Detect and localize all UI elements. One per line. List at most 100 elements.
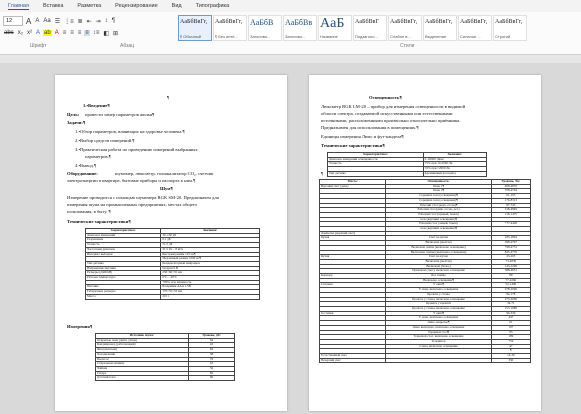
grow-font-button[interactable]: A (25, 17, 32, 26)
subscript-icon[interactable]: x₂ (17, 30, 24, 36)
light-measure-table: Место: Освещенность: Уровень, Лк: Верхний с… (318, 179, 532, 364)
table-cell (385, 357, 492, 364)
heading-intro: 1.•Введение¶ (83, 103, 110, 108)
change-case-button[interactable]: Aa (42, 18, 51, 24)
decrease-indent-icon[interactable]: ⇤ (86, 18, 93, 25)
ribbon-tab[interactable]: Рецензирование (115, 3, 157, 9)
style-name: Заголово... (285, 34, 306, 39)
text-effects-icon[interactable]: A (35, 30, 41, 36)
pilcrow-icon[interactable]: ¶ (111, 18, 116, 24)
document-page-2[interactable]: Освещенность¶ Люксметр RGK LM-20 – прибо… (309, 75, 541, 411)
style-sample: AaБбВвГг, (460, 19, 488, 25)
style-name: ¶ Обычный (180, 34, 201, 39)
style-tile[interactable]: AaБ Название (318, 15, 352, 41)
ribbon-tabs: Главная Вставка Разметка Рецензирование Вид Т… (0, 0, 581, 12)
ribbon-tab[interactable]: Вид (172, 3, 182, 9)
task-3: 3.•Практическая работа по проведению изм… (75, 147, 198, 152)
style-tile[interactable]: AaБбВвГг, Выделение (423, 15, 457, 41)
style-tile[interactable]: AaБбВвГ Подзаголо... (353, 15, 387, 41)
noise-measure-table: Источник шума: Уровень, дБ: Открытые окна … (95, 333, 236, 382)
ribbon-tab[interactable]: Типографика (196, 3, 230, 9)
styles-gallery: AaБбВвГг, ¶ Обычный AaБбВвГг, ¶ Без инте...… (178, 15, 578, 41)
font-group: 12 A A Aa ☰ ⋮≡ ≣ ⇤ ⇥ ↕ ¶ abc x₂ x² A ab … (3, 15, 173, 39)
style-sample: AaБбВв (285, 18, 313, 27)
task-1: 1.•Обзор параметров, влияющих на здоровь… (75, 129, 185, 134)
style-name: Название (320, 34, 338, 39)
goal-label: Цель: (67, 112, 80, 117)
noise-text-1: Измерение проводится с помощью шумомера … (67, 195, 219, 200)
font-size-box[interactable]: 12 (3, 16, 23, 26)
style-name: Подзаголо... (355, 34, 378, 39)
borders-icon[interactable]: ⊞ (112, 30, 119, 37)
task-2: 2.•Выбор средств измерений.¶ (75, 138, 135, 143)
superscript-icon[interactable]: x² (26, 30, 33, 36)
task-4: 4.•Вывод.¶ (75, 163, 97, 168)
align-center-icon[interactable]: ≡ (69, 30, 75, 36)
styles-group-label: Стили (400, 43, 415, 49)
font-group-label: Шрифт (30, 43, 47, 49)
measure-title: Измерения¶ (67, 324, 93, 329)
strikethrough-icon[interactable]: abc (3, 30, 15, 36)
style-name: Сильное ... (460, 34, 481, 39)
table-cell: Кремниевый фотодиод (422, 170, 488, 177)
bullets-icon[interactable]: ☰ (54, 18, 61, 25)
align-right-icon[interactable]: ≡ (77, 30, 83, 36)
font-color-icon[interactable]: A (54, 30, 60, 36)
style-sample: AaБбВвГг, (495, 19, 523, 25)
numbering-icon[interactable]: ⋮≡ (63, 18, 75, 25)
style-sample: AaБбВвГг, (390, 19, 418, 25)
ribbon-tab[interactable]: Разметка (77, 3, 101, 9)
shading-icon[interactable]: ◧ (102, 30, 110, 37)
noise-spec-table: Характеристика: Значение: Диапазон измерен… (84, 228, 260, 300)
task-3-cont: параметров.¶ (85, 154, 111, 159)
document-page-1[interactable]: ¶ 1.•Введение¶ Цель: провести замер пара… (55, 75, 287, 411)
noise-text-3: пользования, в быту. ¶ (67, 209, 111, 214)
style-name: Выделение (425, 34, 447, 39)
style-tile[interactable]: AaБбВвГг, Слабое в... (388, 15, 422, 41)
table-cell: Детский плач (95, 375, 189, 382)
style-tile[interactable]: AaБбВ Заголово... (248, 15, 282, 41)
style-tile[interactable]: AaБбВв Заголово... (283, 15, 317, 41)
style-tile[interactable]: AaБбВвГг, ¶ Обычный (178, 15, 212, 41)
table-row: Масса 210 г (84, 293, 260, 300)
highlight-icon[interactable]: ab (43, 30, 52, 36)
ruler[interactable] (0, 55, 581, 63)
noise-title: Шум¶ (160, 186, 173, 191)
table-cell: Масса (84, 293, 162, 300)
style-tile[interactable]: AaБбВвГг, Сильное ... (458, 15, 492, 41)
ribbon-tab[interactable]: Главная (8, 3, 29, 10)
equip-text-cont: электроэнергии в квартире, бытовые прибо… (67, 178, 196, 183)
style-sample: AaБ (320, 16, 345, 31)
justify-icon[interactable]: ≡ (84, 30, 90, 36)
style-tile[interactable]: AaБбВвГг, ¶ Без инте... (213, 15, 247, 41)
style-name: ¶ Без инте... (215, 34, 238, 39)
light-text-2: области спектра, создаваемой искусственн… (321, 111, 453, 116)
multilevel-list-icon[interactable]: ≣ (77, 18, 84, 25)
style-tile[interactable]: AaБбВвГг, Строгий (493, 15, 527, 41)
equip-label: Оборудование: (67, 171, 98, 176)
ribbon-tab[interactable]: Вставка (43, 3, 63, 9)
goal-text: провести замер параметров жилья¶ (85, 112, 155, 117)
table-cell: 210 г (160, 293, 260, 300)
light-text-3: источниками, расположенными произвольно … (321, 118, 461, 123)
light-title: Освещенность¶ (369, 95, 402, 100)
line-spacing-icon[interactable]: ↕≡ (92, 30, 101, 36)
style-sample: AaБбВвГг, (180, 19, 208, 25)
table-cell: Тип датчика (327, 170, 424, 177)
table-row: Тип датчика Кремниевый фотодиод (327, 170, 488, 177)
noise-text-2: измерения шума на промышленных предприят… (67, 202, 197, 207)
paragraph-mark: ¶ (321, 171, 324, 176)
table-row: Детский плач 90 (95, 375, 236, 382)
light-text-4: Предназначен для использования в помещен… (321, 125, 419, 130)
table-row: Вечерний свет 330 (318, 357, 532, 364)
style-sample: AaБбВвГг, (425, 19, 453, 25)
increase-indent-icon[interactable]: ⇥ (95, 18, 102, 25)
table-cell: 330 (490, 357, 532, 364)
style-sample: AaБбВвГг, (215, 19, 243, 25)
style-sample: AaБбВ (250, 18, 274, 27)
shrink-font-button[interactable]: A (34, 18, 40, 24)
align-left-icon[interactable]: ≡ (62, 30, 68, 36)
light-spec-table: Характеристика: Значение: Диапазон измерен… (327, 152, 488, 177)
paragraph-mark: ¶ (167, 95, 170, 100)
sort-icon[interactable]: ↕ (104, 18, 109, 24)
